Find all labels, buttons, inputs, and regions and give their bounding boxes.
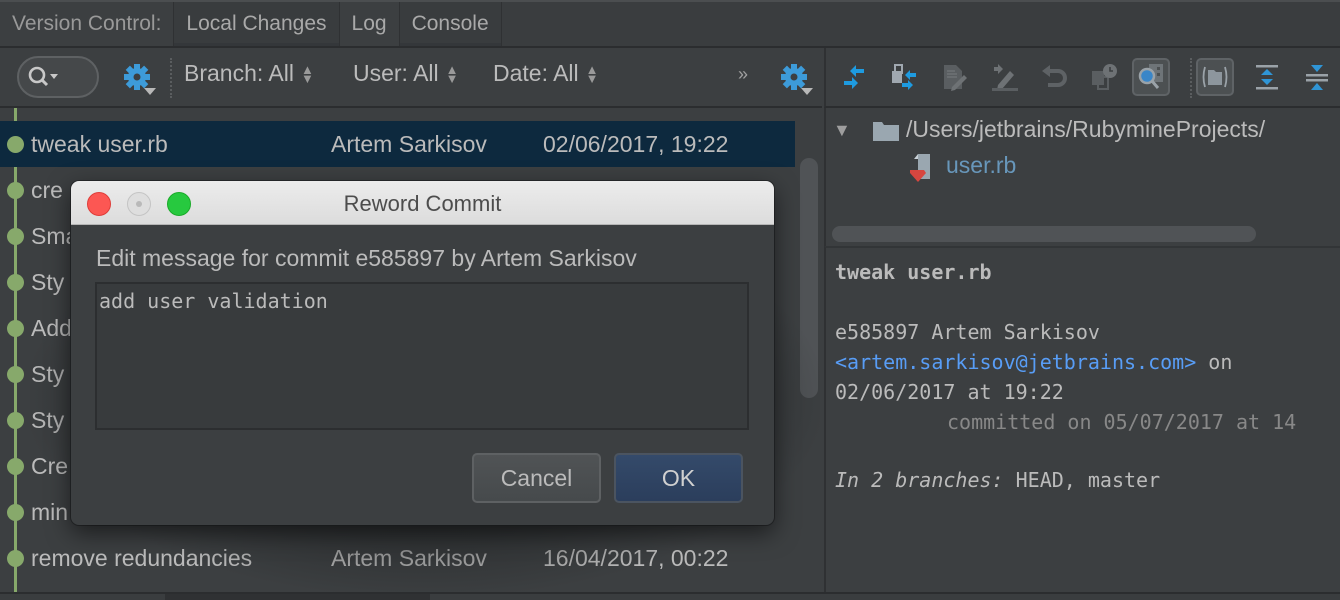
commit-subject: cre bbox=[31, 176, 63, 203]
ok-button[interactable]: OK bbox=[614, 453, 743, 503]
user-filter-label: User: All bbox=[353, 60, 439, 86]
commit-subject: Sty bbox=[31, 268, 65, 295]
commit-node bbox=[7, 549, 24, 567]
tabbar-filler bbox=[501, 2, 1340, 46]
group-by-directory-icon[interactable] bbox=[1196, 58, 1234, 96]
date-filter[interactable]: Date: All ▲ ▼ bbox=[493, 60, 599, 87]
commit-node bbox=[7, 135, 24, 153]
details-on: on bbox=[1196, 350, 1233, 374]
folder-path[interactable]: /Users/jetbrains/RubymineProjects/ bbox=[906, 116, 1265, 143]
details-email-line: <artem.sarkisov@jetbrains.com> on bbox=[835, 350, 1232, 374]
author-email-link[interactable]: <artem.sarkisov@jetbrains.com> bbox=[835, 350, 1196, 374]
changes-toolbar bbox=[824, 48, 1340, 108]
commit-node bbox=[7, 411, 24, 429]
branch-filter-label: Branch: All bbox=[184, 60, 294, 86]
version-control-tabbar: Version Control: Local Changes Log Conso… bbox=[0, 0, 1340, 48]
tab-local-changes[interactable]: Local Changes bbox=[174, 2, 340, 46]
cherry-pick-icon[interactable] bbox=[885, 58, 923, 96]
commit-author: Artem Sarkisov bbox=[331, 130, 487, 157]
commit-subject: Add bbox=[31, 314, 72, 341]
toolbar-separator bbox=[1190, 58, 1192, 98]
commit-author: Artem Sarkisov bbox=[331, 544, 487, 571]
log-toolbar: Branch: All ▲ ▼ User: All ▲ ▼ Date: All ▲ ▼… bbox=[0, 48, 822, 108]
reword-icon[interactable] bbox=[985, 58, 1023, 96]
details-authored-date: 02/06/2017 at 19:22 bbox=[835, 380, 1064, 404]
commit-node bbox=[7, 365, 24, 383]
branch-filter[interactable]: Branch: All ▲ ▼ bbox=[184, 60, 314, 87]
dialog-message-label: Edit message for commit e585897 by Artem… bbox=[96, 245, 637, 271]
toolbar-separator bbox=[170, 58, 172, 98]
revert-icon[interactable] bbox=[1035, 58, 1073, 96]
commit-subject: Cre bbox=[31, 452, 69, 479]
cancel-button[interactable]: Cancel bbox=[472, 453, 601, 503]
version-control-label: Version Control: bbox=[0, 2, 175, 46]
changes-horizontal-scrollbar[interactable] bbox=[832, 226, 1256, 242]
branches-label: In 2 branches: bbox=[835, 468, 1004, 492]
reword-commit-dialog: Reword Commit Edit message for commit e5… bbox=[71, 181, 774, 525]
commit-node bbox=[7, 273, 24, 291]
commit-row[interactable]: remove redundancies Artem Sarkisov 16/04… bbox=[0, 535, 795, 581]
history-icon[interactable] bbox=[1085, 58, 1123, 96]
commit-node bbox=[7, 503, 24, 521]
commit-subject: Sty bbox=[31, 406, 65, 433]
commit-details-panel: tweak user.rb e585897 Artem Sarkisov <ar… bbox=[824, 246, 1340, 592]
expand-caret-icon[interactable]: ▼ bbox=[833, 120, 851, 141]
details-committed-date: committed on 05/07/2017 at 14 bbox=[947, 410, 1297, 434]
date-filter-label: Date: All bbox=[493, 60, 579, 86]
commit-node bbox=[7, 181, 24, 199]
commit-subject: Sty bbox=[31, 360, 65, 387]
commit-node bbox=[7, 457, 24, 475]
commit-node bbox=[7, 227, 24, 245]
details-subject: tweak user.rb bbox=[835, 260, 992, 284]
tab-log[interactable]: Log bbox=[339, 2, 400, 46]
commit-message-input[interactable]: add user validation bbox=[95, 282, 749, 430]
dialog-titlebar[interactable]: Reword Commit bbox=[71, 181, 774, 225]
branches-list: HEAD, master bbox=[1003, 468, 1161, 492]
commit-node bbox=[7, 319, 24, 337]
expand-all-icon[interactable] bbox=[1248, 58, 1286, 96]
details-branches: In 2 branches: HEAD, master bbox=[835, 468, 1160, 492]
bottom-scrollbar-thumb[interactable] bbox=[165, 594, 430, 600]
log-vertical-scrollbar[interactable] bbox=[800, 158, 818, 398]
preview-diff-icon[interactable] bbox=[1132, 58, 1170, 96]
changed-file[interactable]: user.rb bbox=[946, 152, 1016, 179]
tab-console[interactable]: Console bbox=[399, 2, 502, 46]
folder-icon bbox=[873, 122, 899, 141]
details-hash-author: e585897 Artem Sarkisov bbox=[835, 320, 1100, 344]
commit-subject: min bbox=[31, 498, 69, 525]
view-options-gear-icon[interactable] bbox=[779, 62, 815, 96]
commit-subject: remove redundancies bbox=[31, 544, 253, 571]
more-actions-chevron-icon[interactable]: » bbox=[738, 64, 748, 85]
updown-arrows-icon: ▲ ▼ bbox=[445, 61, 459, 86]
changed-files-tree: ▼ /Users/jetbrains/RubymineProjects/ use… bbox=[824, 108, 1340, 246]
bottom-scrollbar bbox=[0, 592, 1340, 600]
ruby-file-icon bbox=[910, 154, 930, 182]
commit-date: 16/04/2017, 00:22 bbox=[543, 544, 729, 571]
collapse-arrows-icon[interactable] bbox=[835, 58, 873, 96]
commit-row[interactable]: tweak user.rb Artem Sarkisov 02/06/2017,… bbox=[0, 121, 795, 167]
commit-date: 02/06/2017, 19:22 bbox=[543, 130, 729, 157]
search-input[interactable] bbox=[17, 56, 99, 98]
user-filter[interactable]: User: All ▲ ▼ bbox=[353, 60, 459, 87]
dialog-title: Reword Commit bbox=[343, 191, 502, 216]
updown-arrows-icon: ▲ ▼ bbox=[585, 61, 599, 86]
settings-gear-icon[interactable] bbox=[122, 62, 158, 96]
collapse-all-icon[interactable] bbox=[1298, 58, 1336, 96]
commit-subject: tweak user.rb bbox=[31, 130, 168, 157]
edit-source-icon[interactable] bbox=[935, 58, 973, 96]
updown-arrows-icon: ▲ ▼ bbox=[300, 61, 314, 86]
search-icon bbox=[28, 66, 58, 87]
